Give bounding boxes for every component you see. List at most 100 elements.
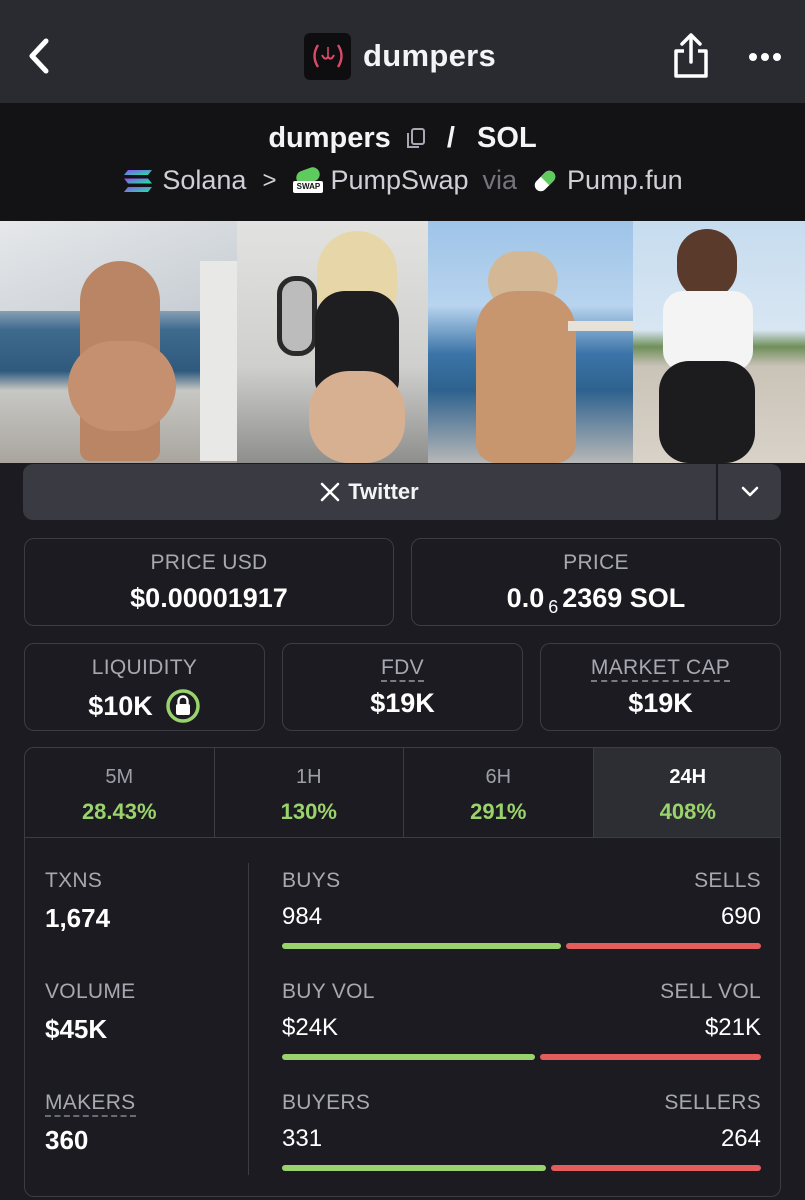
banner-photo-1	[0, 221, 237, 463]
pair-name: dumpers / SOL	[0, 121, 805, 155]
breadcrumb-separator-icon: >	[262, 166, 277, 194]
price-native-zero-count: 6	[548, 597, 559, 617]
buy-vol-label: BUY VOL	[282, 980, 375, 1003]
quote-symbol: SOL	[477, 121, 537, 154]
price-usd-card: PRICE USD $0.00001917	[24, 538, 394, 626]
pump-fun-pill-icon	[534, 170, 556, 191]
liquidity-value-row: $10K	[25, 688, 264, 724]
buy-sell-volume-ratio: BUY VOL SELL VOL $24K $21K	[282, 980, 761, 1060]
lock-icon[interactable]	[165, 688, 201, 724]
buyers-sellers-ratio: BUYERS SELLERS 331 264	[282, 1091, 761, 1171]
price-native-label: PRICE	[563, 551, 629, 574]
token-logo	[304, 32, 351, 80]
twitter-link-button[interactable]: Twitter	[23, 464, 716, 520]
sell-vol-label: SELL VOL	[660, 980, 761, 1003]
sell-vol-value: $21K	[704, 1014, 761, 1041]
x-twitter-icon	[320, 482, 340, 502]
timeframe-tabs: 5M 28.43% 1H 130% 6H 291% 24H 408%	[25, 748, 780, 838]
sellers-value: 264	[720, 1125, 761, 1152]
volume-value: $45K	[45, 1014, 108, 1044]
sells-value: 690	[720, 903, 761, 930]
makers-label[interactable]: MAKERS	[45, 1091, 136, 1117]
dex-link[interactable]: PumpSwap	[330, 165, 468, 196]
volume-stat: VOLUME $45K	[45, 980, 136, 1045]
tab-change: 291%	[470, 799, 527, 824]
pair-info: dumpers / SOL Solana > SWAP PumpSwap via…	[0, 103, 805, 221]
tab-label: 6H	[485, 766, 512, 788]
tab-label: 1H	[295, 766, 322, 788]
buys-sells-bar	[282, 943, 761, 949]
via-text: via	[482, 165, 518, 195]
txns-stat: TXNS 1,674	[45, 869, 110, 934]
pair-slash: /	[446, 121, 455, 154]
price-native-rest: 2369 SOL	[562, 583, 686, 613]
more-links-dropdown[interactable]	[718, 464, 781, 520]
chevron-down-icon	[741, 486, 758, 497]
tab-change: 130%	[280, 799, 337, 824]
tab-6h[interactable]: 6H 291%	[404, 748, 594, 837]
copy-icon[interactable]	[405, 126, 427, 150]
more-options-button[interactable]	[745, 42, 785, 72]
sell-vol-bar	[540, 1054, 761, 1060]
price-usd-value: $0.00001917	[130, 583, 288, 613]
market-cap-value: $19K	[628, 688, 693, 718]
tab-label: 5M	[105, 766, 134, 788]
more-dots-icon	[749, 53, 781, 61]
makers-stat: MAKERS 360	[45, 1091, 136, 1156]
tab-5m[interactable]: 5M 28.43%	[25, 748, 215, 837]
buyers-bar	[282, 1165, 546, 1171]
buy-sell-volume-bar	[282, 1054, 761, 1060]
tab-change: 28.43%	[81, 799, 157, 824]
buyers-value: 331	[282, 1125, 323, 1152]
chain-breadcrumb: Solana > SWAP PumpSwap via Pump.fun	[0, 165, 805, 196]
market-cap-card: MARKET CAP $19K	[540, 643, 781, 731]
fdv-label[interactable]: FDV	[381, 656, 424, 682]
txns-value: 1,674	[45, 903, 111, 933]
sells-label: SELLS	[694, 869, 761, 892]
chain-link[interactable]: Solana	[162, 165, 246, 196]
launchpad-link[interactable]: Pump.fun	[567, 165, 683, 196]
volume-label: VOLUME	[45, 980, 136, 1003]
buys-label: BUYS	[282, 869, 341, 892]
token-banner-image	[0, 221, 805, 463]
stats-divider	[248, 863, 249, 1175]
back-button[interactable]	[22, 33, 62, 79]
tab-1h[interactable]: 1H 130%	[215, 748, 404, 837]
market-cap-label[interactable]: MARKET CAP	[590, 656, 731, 682]
solana-icon	[124, 169, 153, 192]
sellers-label: SELLERS	[664, 1091, 761, 1114]
liquidity-label: LIQUIDITY	[91, 656, 198, 679]
price-native-value: 0.0 6 2369 SOL	[412, 583, 780, 618]
top-bar: dumpers	[0, 0, 805, 103]
banner-photo-2	[237, 221, 428, 463]
social-links-bar: Twitter	[23, 464, 781, 520]
fdv-card: FDV $19K	[282, 643, 523, 731]
price-native-card: PRICE 0.0 6 2369 SOL	[411, 538, 781, 626]
back-chevron-icon	[29, 38, 49, 74]
token-symbol: dumpers	[268, 121, 391, 154]
tab-label: 24H	[669, 766, 707, 788]
header-title: dumpers	[363, 38, 497, 73]
sells-bar	[566, 943, 761, 949]
twitter-label: Twitter	[348, 479, 419, 504]
tab-change: 408%	[659, 799, 716, 824]
liquidity-value: $10K	[88, 690, 153, 721]
price-native-prefix: 0.0	[506, 583, 545, 613]
banner-photo-3	[428, 221, 633, 463]
buys-sells-ratio: BUYS SELLS 984 690	[282, 869, 761, 949]
buys-value: 984	[282, 903, 323, 930]
buyers-sellers-bar	[282, 1165, 761, 1171]
txns-label: TXNS	[45, 869, 103, 892]
fdv-value: $19K	[370, 688, 435, 718]
token-title-group: dumpers	[304, 32, 496, 80]
banner-photo-4	[633, 221, 805, 463]
tab-24h[interactable]: 24H 408%	[593, 748, 780, 837]
share-icon	[674, 33, 708, 78]
price-usd-label: PRICE USD	[150, 551, 268, 574]
makers-value: 360	[45, 1125, 89, 1155]
share-button[interactable]	[670, 32, 712, 80]
buy-vol-bar	[282, 1054, 535, 1060]
pumpswap-badge-text: SWAP	[296, 181, 321, 191]
buys-bar	[282, 943, 561, 949]
liquidity-card: LIQUIDITY $10K	[24, 643, 265, 731]
